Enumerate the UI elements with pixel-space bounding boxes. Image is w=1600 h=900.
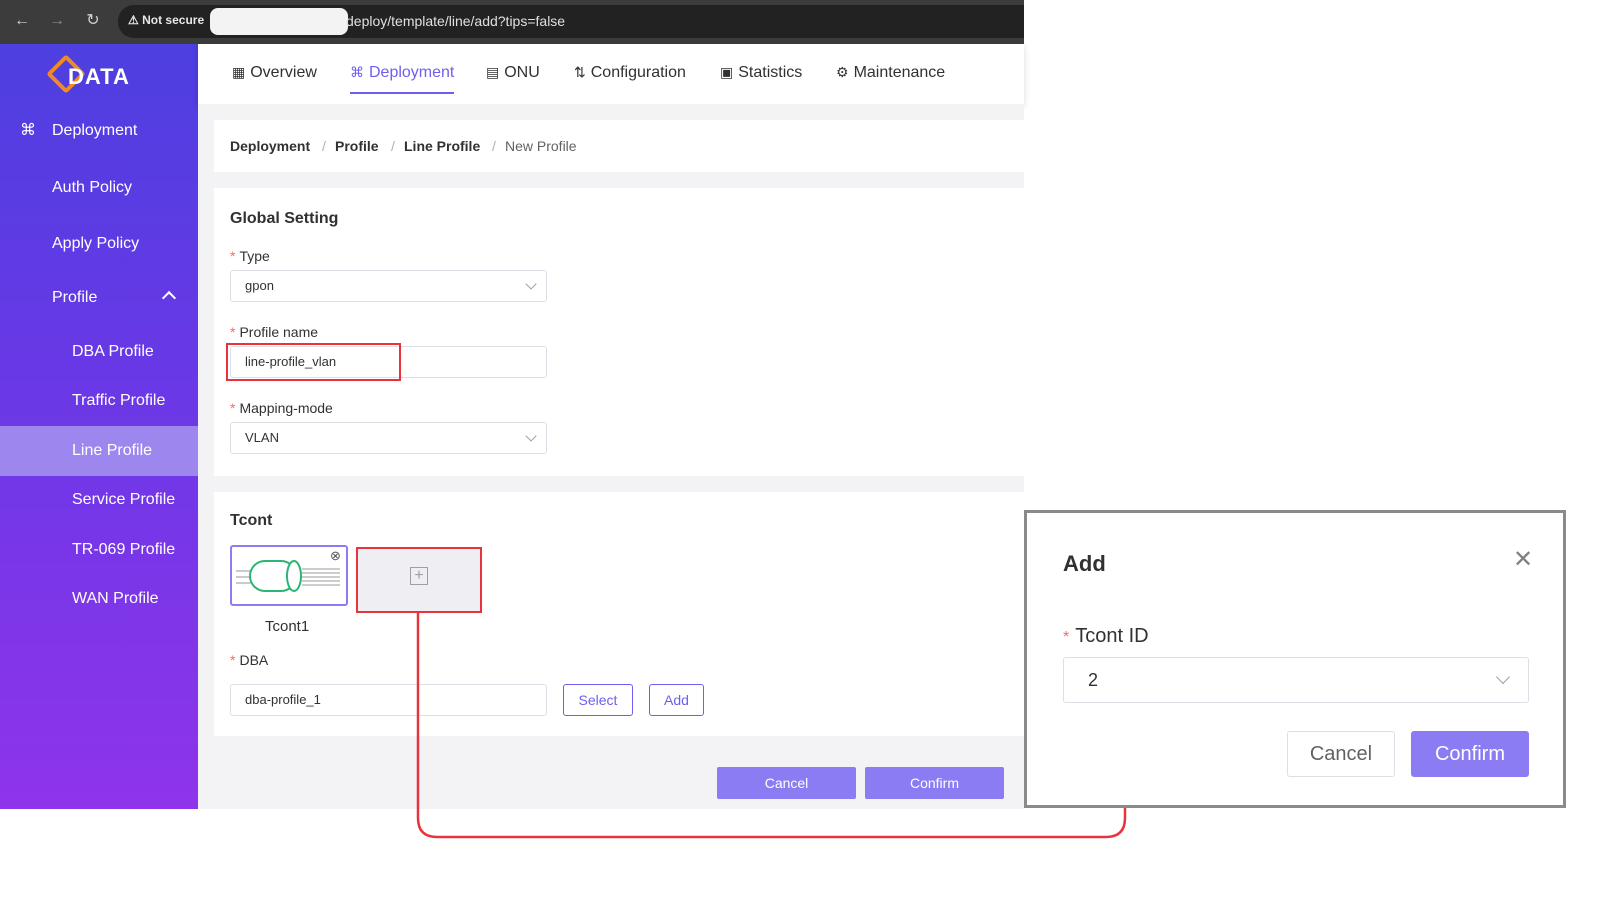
tcont-id-select[interactable]: 2 bbox=[1063, 657, 1529, 703]
dialog-cancel-button[interactable]: Cancel bbox=[1287, 731, 1395, 777]
screenshot-stage: ← → ↻ ⚠ Not secure deploy/template/line/… bbox=[0, 0, 1600, 900]
chevron-down-icon bbox=[1495, 669, 1511, 685]
tcont-id-label: * Tcont ID bbox=[1063, 625, 1149, 647]
dialog-confirm-button[interactable]: Confirm bbox=[1411, 731, 1529, 777]
add-tcont-dialog: Add ✕ * Tcont ID 2 Cancel Confirm bbox=[1024, 510, 1566, 808]
tcont-id-label-text: Tcont ID bbox=[1075, 625, 1149, 647]
tcont-id-value: 2 bbox=[1088, 670, 1099, 690]
dialog-title: Add bbox=[1063, 551, 1106, 576]
close-icon[interactable]: ✕ bbox=[1513, 545, 1533, 574]
